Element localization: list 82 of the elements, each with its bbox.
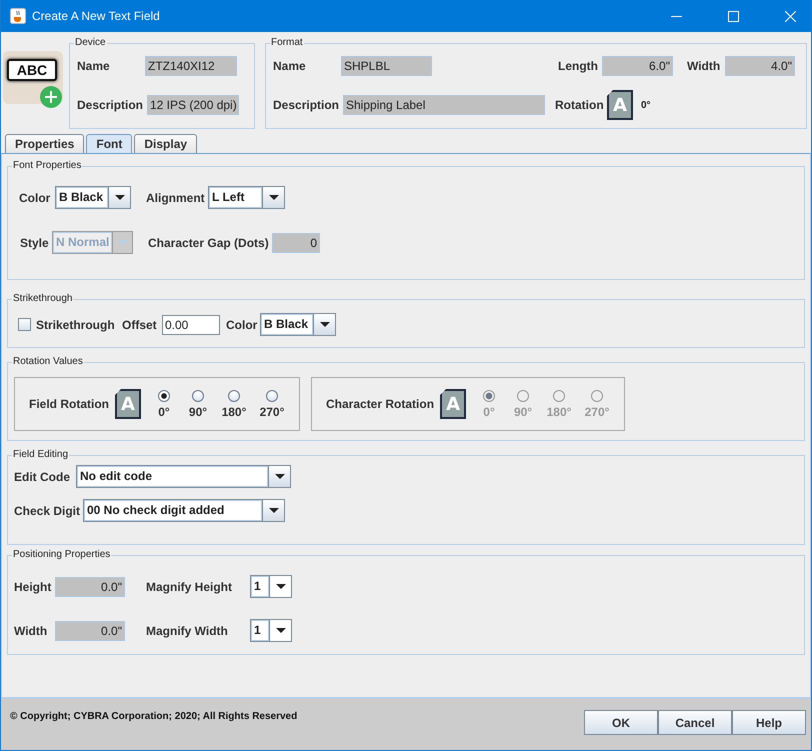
name-field: SHPLBL (341, 56, 432, 76)
checkbox[interactable] (18, 318, 31, 331)
copyright-text: © Copyright; CYBRA Corporation; 2020; All Rights Reserved (10, 711, 298, 722)
group-legend: Format (270, 37, 304, 49)
radio-button[interactable] (158, 390, 170, 402)
coffee-cup-icon (10, 8, 26, 24)
radio-label: 0° (483, 404, 495, 418)
color-dropdown[interactable]: B Black (55, 186, 131, 209)
magnify-width-dropdown[interactable]: 1 (250, 619, 292, 642)
radio-label: 0° (158, 404, 170, 418)
caret-icon (114, 195, 124, 200)
edit-code-dropdown[interactable]: No edit code (76, 465, 291, 488)
field-label: Width (687, 59, 722, 73)
rotation-icon: A (115, 389, 141, 419)
magnify-height-dropdown[interactable]: 1 (250, 575, 292, 598)
checkbox-label: Strikethrough (36, 318, 116, 332)
caret-icon (118, 240, 128, 245)
radio-button[interactable] (228, 390, 240, 402)
field-label: Style (20, 236, 50, 250)
field-label: Name (77, 59, 111, 73)
name-field: ZTZ140XI12 (145, 56, 237, 76)
window-title: Create A New Text Field (32, 9, 160, 23)
radio-label: 270° (584, 404, 610, 418)
field-label: Offset (122, 318, 158, 332)
group-legend: Device (74, 37, 107, 49)
field-label: Magnify Width (146, 624, 229, 638)
radio-label: 90° (514, 404, 532, 418)
caret-icon (268, 508, 278, 513)
offset-field[interactable]: 0.00 (162, 314, 220, 334)
rotation-value: 0° (641, 100, 651, 110)
rotation-icon: A (440, 389, 466, 419)
dialog-button[interactable]: Cancel (658, 710, 732, 735)
radio-label: 90° (188, 404, 208, 418)
radio-label: 270° (260, 404, 284, 418)
field-label: Description (77, 98, 144, 112)
character-gap-field: 0 (272, 232, 320, 252)
caret-icon (274, 474, 284, 479)
group-legend: Strikethrough (12, 293, 74, 305)
check-digit-dropdown[interactable]: 00 No check digit added (83, 499, 285, 522)
dialog-button[interactable]: OK (584, 710, 658, 735)
rotation-icon: A (607, 90, 633, 120)
maximize-icon[interactable] (728, 10, 739, 22)
tab[interactable]: Display (134, 134, 198, 153)
field-label: Edit Code (14, 470, 71, 484)
length-field: 6.0" (602, 56, 673, 76)
caret-icon (320, 322, 330, 327)
caret-icon (276, 628, 286, 633)
description-field: 12 IPS (200 dpi) (147, 95, 239, 115)
group-legend: Field Editing (12, 449, 70, 461)
height-field: 0.0" (55, 576, 125, 596)
field-label: Alignment (146, 190, 206, 204)
field-label: Color (19, 190, 52, 204)
rotation-label: Character Rotation (326, 397, 434, 411)
radio-label: 180° (222, 404, 246, 418)
width-field: 4.0" (725, 56, 795, 76)
group-legend: Positioning Properties (12, 549, 112, 561)
caret-icon (276, 584, 286, 589)
field-label: Character Gap (Dots) (148, 236, 270, 250)
group-legend: Rotation Values (12, 356, 84, 368)
group-legend: Font Properties (12, 160, 82, 172)
radio-button[interactable] (266, 390, 278, 402)
tab[interactable]: Font (86, 134, 132, 153)
radio-label: 180° (546, 404, 572, 418)
dialog-button[interactable]: Help (732, 710, 806, 735)
color-dropdown[interactable]: B Black (260, 313, 336, 336)
field-label: Length (558, 59, 599, 73)
close-icon[interactable] (785, 10, 796, 22)
field-label: Magnify Height (146, 580, 233, 594)
caret-icon (268, 195, 278, 200)
width-field: 0.0" (55, 620, 125, 640)
field-label: Width (14, 624, 48, 638)
field-label: Check Digit (14, 504, 82, 518)
radio-button[interactable] (192, 390, 204, 402)
field-label: Color (226, 318, 258, 332)
rotation-label: Field Rotation (29, 397, 109, 411)
field-label: Rotation (555, 98, 605, 112)
field-label: Description (273, 98, 340, 112)
tab[interactable]: Properties (5, 134, 84, 153)
description-field: Shipping Label (343, 95, 545, 115)
field-label: Name (273, 59, 307, 73)
field-label: Height (14, 580, 52, 594)
alignment-dropdown[interactable]: L Left (208, 186, 285, 209)
